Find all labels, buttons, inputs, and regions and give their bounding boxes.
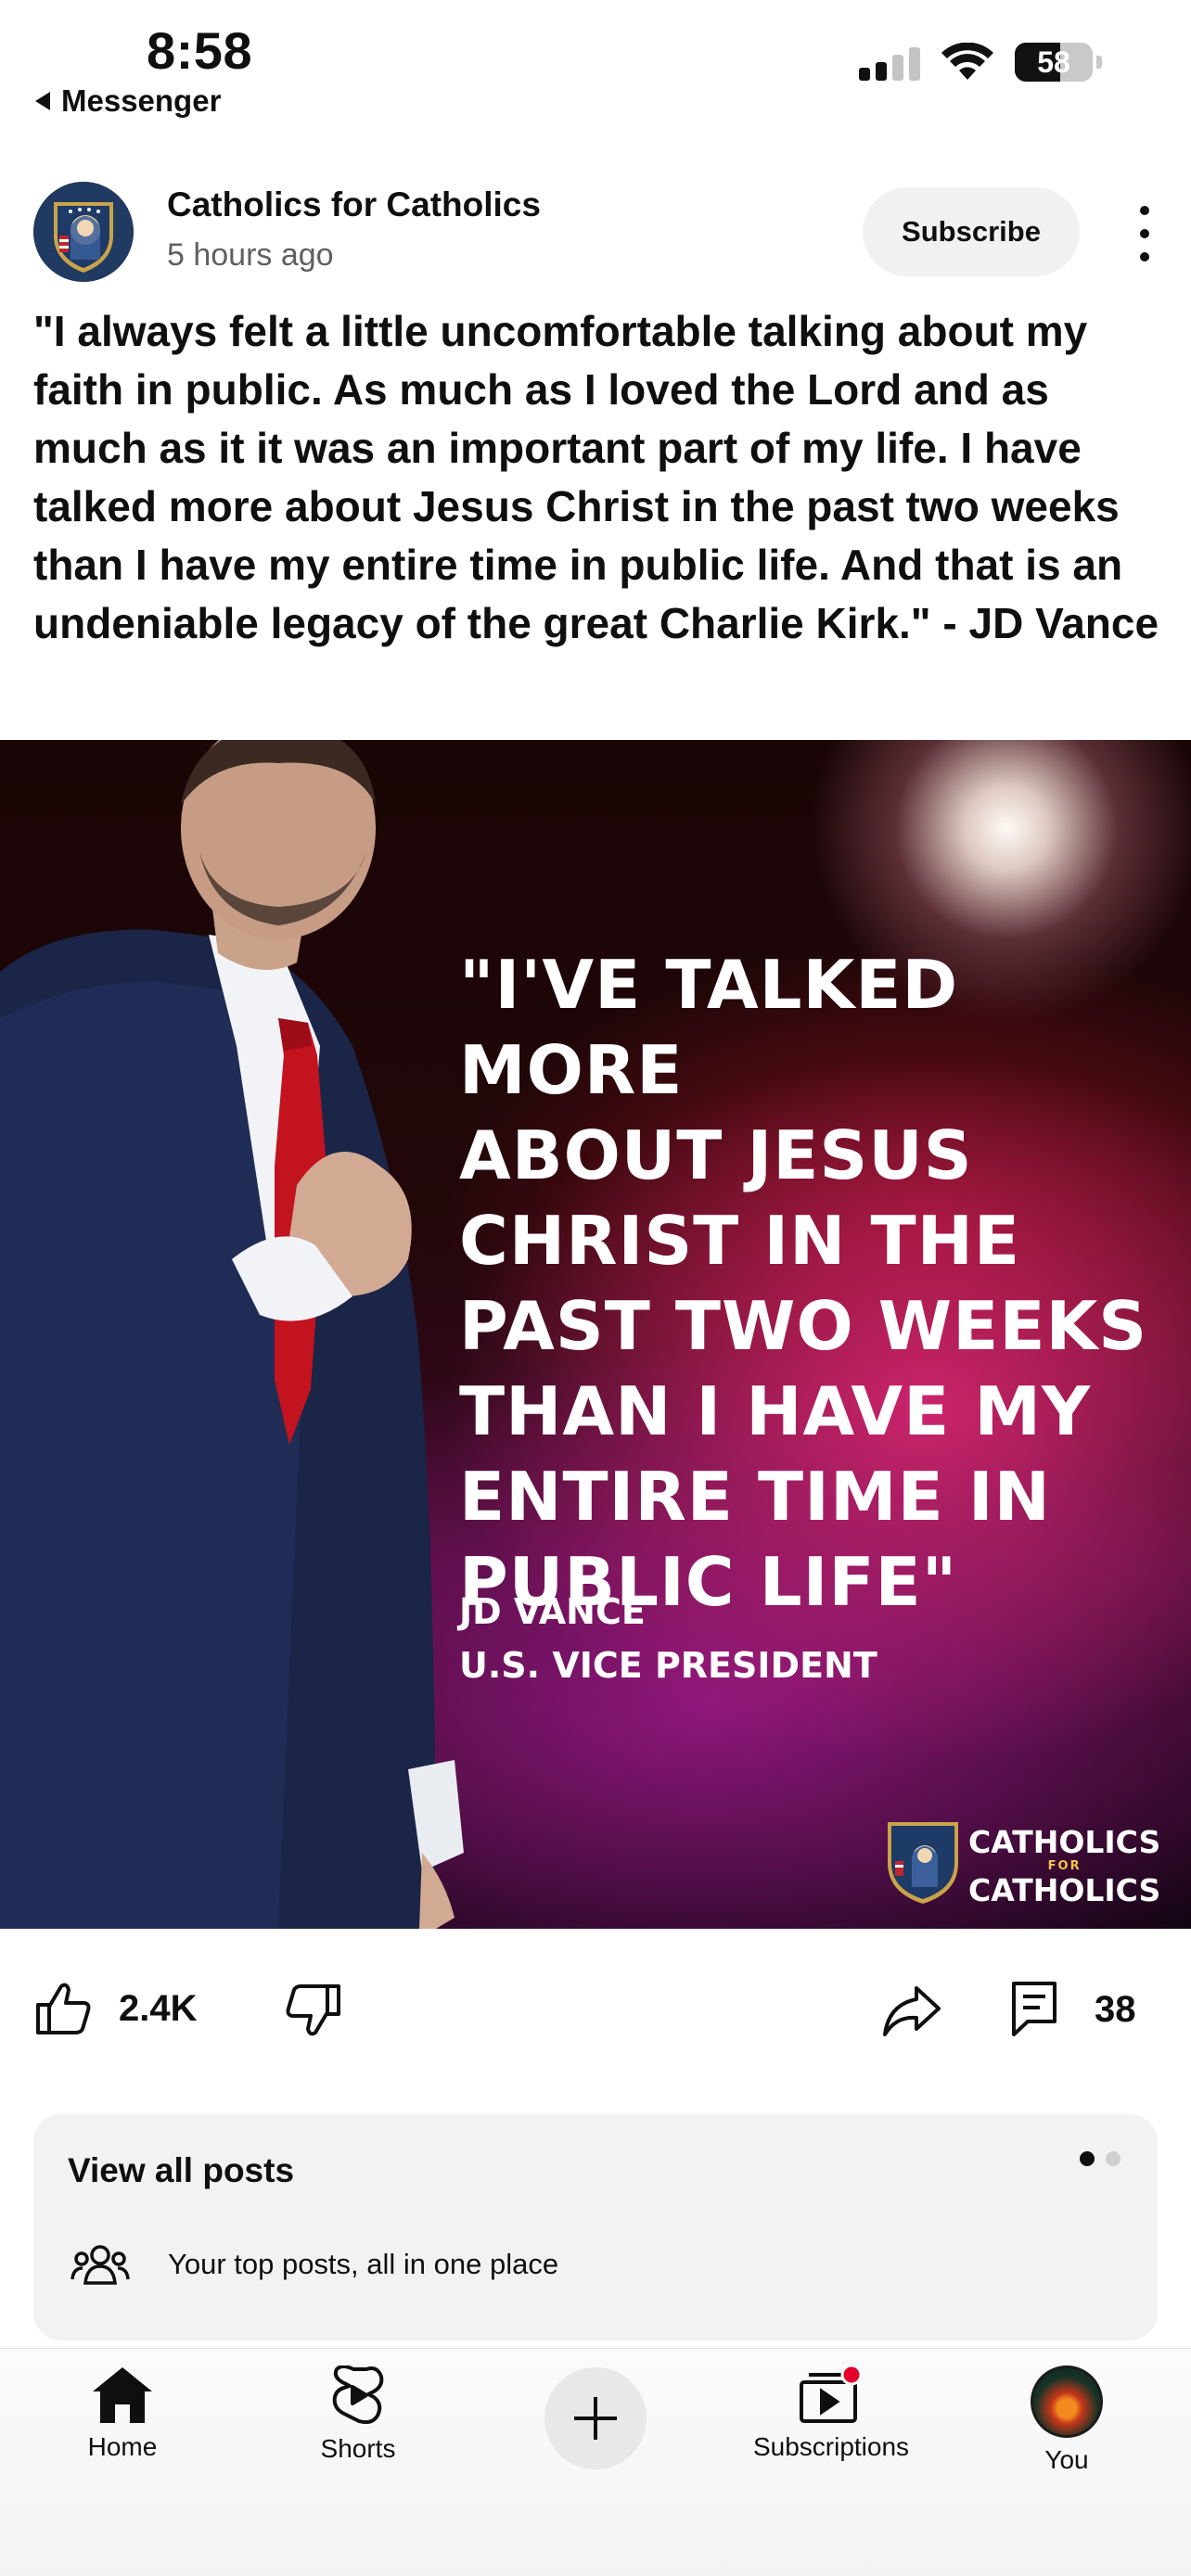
nav-label: Shorts (320, 2434, 396, 2463)
battery-icon: 58 (1015, 43, 1093, 82)
post-image[interactable]: "I'VE TALKED MORE ABOUT JESUS CHRIST IN … (0, 740, 1191, 1929)
comments-button[interactable]: 38 (1011, 1981, 1136, 2038)
wifi-icon (941, 43, 993, 80)
share-button[interactable] (881, 1984, 942, 2038)
home-icon (93, 2367, 152, 2423)
quote-line: CHRIST IN THE (459, 1202, 1021, 1280)
avatar (1031, 2366, 1103, 2438)
channel-name[interactable]: Catholics for Catholics (167, 185, 541, 224)
image-attribution-name: JD VANCE (459, 1591, 646, 1632)
nav-shorts[interactable]: Shorts (265, 2366, 451, 2464)
post-timestamp: 5 hours ago (167, 237, 334, 273)
battery-percent: 58 (1037, 45, 1070, 79)
image-quote: "I'VE TALKED MORE ABOUT JESUS CHRIST IN … (459, 942, 1183, 1625)
post-action-bar: 2.4K 38 (0, 1971, 1191, 2055)
post-text: "I always felt a little uncomfortable ta… (33, 307, 1159, 647)
status-indicators: 58 (859, 43, 1102, 82)
battery-tip (1096, 56, 1102, 69)
subscriptions-icon (800, 2366, 863, 2423)
share-icon (883, 1986, 941, 2036)
channel-shield-logo (33, 182, 134, 282)
watermark-line-bottom: CATHOLICS (968, 1872, 1161, 1908)
back-to-messenger-button[interactable]: Messenger (35, 83, 221, 119)
card-page-indicator (1080, 2151, 1121, 2166)
quote-line: THAN I HAVE MY (459, 1372, 1092, 1450)
quote-line: ABOUT JESUS (459, 1116, 973, 1194)
like-button[interactable]: 2.4K (35, 1981, 198, 2036)
comment-icon (1012, 1982, 1057, 2036)
back-label: Messenger (61, 83, 222, 118)
nav-you[interactable]: You (974, 2366, 1159, 2475)
nav-label: Subscriptions (752, 2432, 910, 2461)
nav-label: Home (87, 2432, 158, 2461)
like-count: 2.4K (119, 1987, 198, 2029)
more-options-icon[interactable] (1133, 206, 1156, 261)
quote-line: ENTIRE TIME IN (459, 1458, 1051, 1536)
create-button[interactable] (544, 2367, 647, 2469)
watermark-text: CATHOLICS FOR CATHOLICS (968, 1827, 1160, 1906)
card-title: View all posts (68, 2151, 295, 2189)
nav-home[interactable]: Home (30, 2366, 215, 2462)
like-icon (36, 1983, 91, 2034)
image-attribution-title: U.S. VICE PRESIDENT (459, 1645, 877, 1686)
nav-label: You (1044, 2445, 1089, 2474)
view-all-posts-card[interactable]: View all posts Your top posts, all in on… (33, 2114, 1158, 2340)
bottom-navigation: Home Shorts Subscriptions You (0, 2348, 1191, 2576)
subscribe-button[interactable]: Subscribe (863, 187, 1080, 276)
back-arrow-icon (35, 92, 50, 110)
card-subtitle: Your top posts, all in one place (168, 2248, 559, 2280)
people-icon (70, 2245, 130, 2285)
quote-line: PAST TWO WEEKS (459, 1287, 1148, 1365)
cellular-signal-icon (859, 44, 920, 81)
page-dot (1106, 2151, 1121, 2166)
watermark-line-mid: FOR (1047, 1859, 1082, 1873)
nav-subscriptions[interactable]: Subscriptions (738, 2366, 924, 2462)
quote-line: "I'VE TALKED MORE (459, 946, 959, 1109)
page-dot (1080, 2151, 1095, 2166)
channel-avatar[interactable] (33, 182, 134, 282)
status-time: 8:58 (147, 21, 253, 80)
dislike-button[interactable] (284, 1983, 341, 2038)
comment-count: 38 (1095, 1988, 1136, 2030)
shorts-icon (332, 2366, 384, 2425)
watermark-line-top: CATHOLICS (968, 1824, 1161, 1860)
watermark-shield-logo (888, 1822, 958, 1904)
create-plus-icon (574, 2397, 617, 2440)
notification-dot (840, 2366, 863, 2386)
dislike-icon (286, 1984, 340, 2036)
